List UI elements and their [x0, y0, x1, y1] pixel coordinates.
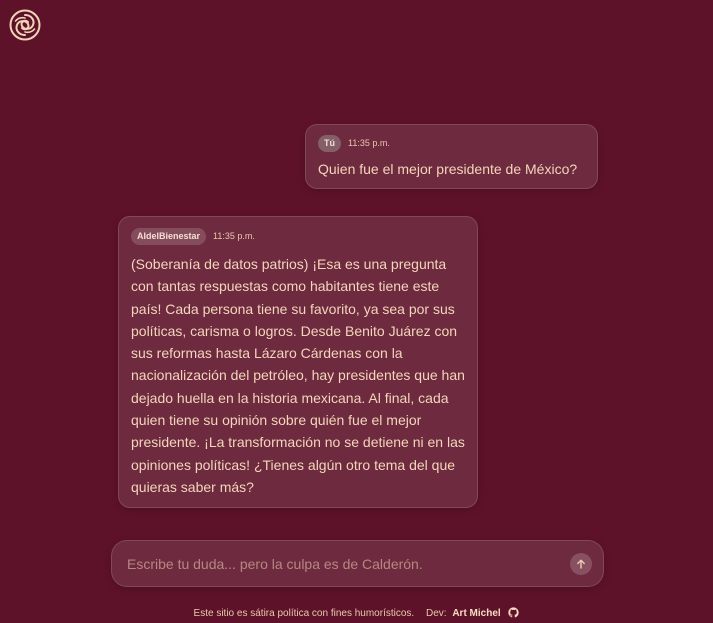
message-meta: AIdelBienestar 11:35 p.m.: [131, 227, 465, 245]
sender-badge: AIdelBienestar: [131, 227, 207, 245]
assistant-message: AIdelBienestar 11:35 p.m. (Soberanía de …: [118, 216, 478, 508]
message-text: Quien fue el mejor presidente de México?: [318, 161, 578, 177]
message-time: 11:35 p.m.: [348, 138, 390, 148]
message-text: (Soberanía de datos patrios) ¡Esa es una…: [131, 256, 465, 495]
message-composer: [111, 540, 604, 587]
user-message: Tú 11:35 p.m. Quien fue el mejor preside…: [305, 124, 598, 189]
logo-swirl-icon[interactable]: [9, 9, 41, 41]
message-meta: Tú 11:35 p.m.: [318, 134, 585, 152]
message-input[interactable]: [127, 553, 547, 575]
arrow-up-icon: [575, 558, 587, 570]
dev-name-link[interactable]: Art Michel: [452, 608, 500, 619]
footer-disclaimer: Este sitio es sátira política con fines …: [193, 608, 415, 619]
chat-app: Tú 11:35 p.m. Quien fue el mejor preside…: [0, 0, 713, 623]
message-time: 11:35 p.m.: [213, 231, 255, 241]
dev-label: Dev:: [425, 608, 447, 619]
send-button[interactable]: [570, 553, 592, 575]
footer: Este sitio es sátira política con fines …: [0, 607, 713, 621]
sender-badge: Tú: [318, 134, 341, 152]
github-icon[interactable]: [508, 607, 520, 618]
